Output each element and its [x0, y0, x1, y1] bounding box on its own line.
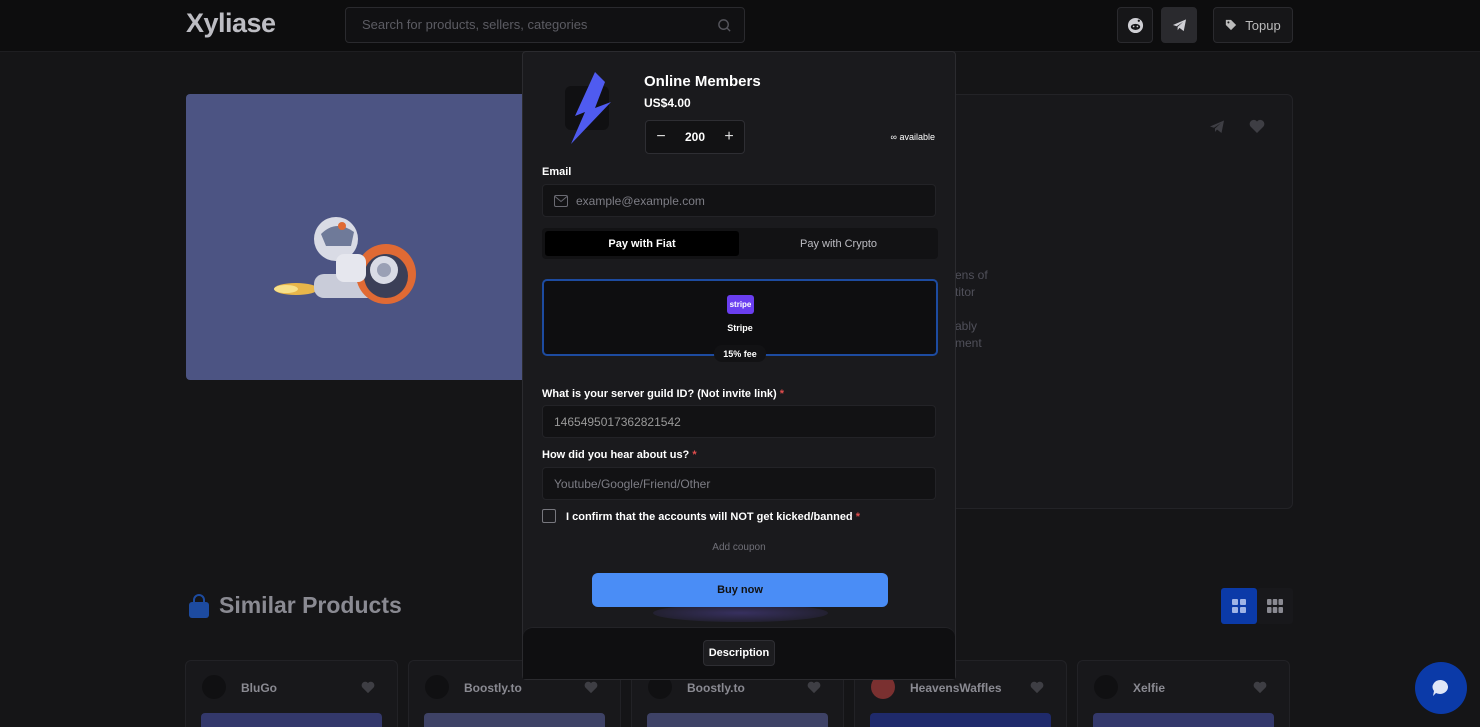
reddit-button[interactable]	[1117, 7, 1153, 43]
page: Xyliase Topup	[0, 0, 1480, 727]
seller-avatar	[202, 675, 226, 699]
referral-source-label: How did you hear about us? *	[542, 449, 697, 461]
chat-bubble-icon	[1432, 679, 1449, 696]
stripe-logo: stripe	[727, 295, 754, 314]
referral-source-field[interactable]	[542, 467, 936, 500]
topup-label: Topup	[1245, 17, 1281, 33]
tab-pay-with-crypto[interactable]: Pay with Crypto	[742, 231, 935, 256]
grid-3x3-icon	[1267, 599, 1283, 613]
topup-button[interactable]: Topup	[1213, 7, 1293, 43]
heart-icon[interactable]	[1030, 681, 1044, 694]
seller-name: Xelfie	[1133, 681, 1166, 695]
boost-logo-icon	[565, 72, 611, 144]
chat-support-button[interactable]	[1415, 662, 1467, 714]
heart-icon[interactable]	[361, 681, 375, 694]
payment-method-name: Stripe	[727, 323, 753, 333]
tab-pay-with-fiat[interactable]: Pay with Fiat	[545, 231, 739, 256]
mail-icon	[554, 195, 568, 207]
guild-id-label-text: What is your server guild ID? (Not invit…	[542, 388, 777, 400]
top-navbar: Xyliase Topup	[0, 0, 1480, 52]
share-telegram-icon[interactable]	[1209, 119, 1225, 135]
description-fragment: titor	[955, 285, 976, 299]
grid-2x2-icon	[1232, 599, 1246, 613]
confirm-checkbox[interactable]	[542, 509, 556, 523]
heart-icon[interactable]	[807, 681, 821, 694]
guild-id-field[interactable]	[542, 405, 936, 438]
quantity-increase-button[interactable]: +	[722, 129, 736, 145]
telegram-button[interactable]	[1161, 7, 1197, 43]
seller-name: BluGo	[241, 681, 277, 695]
product-thumbnail	[870, 713, 1051, 727]
similar-products-title: Similar Products	[219, 592, 402, 618]
search-bar[interactable]	[345, 7, 745, 43]
product-thumbnail	[647, 713, 828, 727]
description-button[interactable]: Description	[703, 640, 775, 666]
email-field[interactable]	[542, 184, 936, 217]
quantity-decrease-button[interactable]: −	[654, 129, 668, 145]
grid-view-small-button[interactable]	[1257, 588, 1293, 624]
shopping-bag-icon	[189, 594, 209, 618]
seller-avatar	[425, 675, 449, 699]
product-title: Online Members	[644, 73, 761, 90]
purchase-modal: Online Members US$4.00 − 200 + ∞ availab…	[522, 51, 956, 680]
tag-icon	[1226, 19, 1237, 31]
product-card[interactable]: Xelfie	[1077, 660, 1290, 727]
site-logo[interactable]: Xyliase	[186, 8, 276, 39]
description-fragment: ment	[955, 336, 982, 350]
guild-id-label: What is your server guild ID? (Not invit…	[542, 388, 784, 400]
confirm-label: I confirm that the accounts will NOT get…	[566, 511, 860, 523]
required-marker: *	[779, 388, 785, 400]
product-thumbnail	[1093, 713, 1274, 727]
product-thumbnail	[424, 713, 605, 727]
rocket-astronaut-illustration	[274, 217, 416, 304]
grid-view-large-button[interactable]	[1221, 588, 1257, 624]
referral-source-input[interactable]	[554, 477, 914, 491]
payment-type-tabs: Pay with Fiat Pay with Crypto	[542, 228, 938, 259]
buy-now-button[interactable]: Buy now	[592, 573, 888, 607]
guild-id-input[interactable]	[554, 415, 914, 429]
quantity-stepper[interactable]: − 200 +	[645, 120, 745, 154]
seller-name: HeavensWaffles	[910, 681, 1002, 695]
heart-icon[interactable]	[1253, 681, 1267, 694]
confirm-label-text: I confirm that the accounts will NOT get…	[566, 511, 853, 523]
email-label: Email	[542, 166, 572, 178]
required-marker: *	[692, 449, 697, 461]
product-card[interactable]: BluGo	[185, 660, 398, 727]
product-image	[186, 94, 526, 380]
product-price: US$4.00	[644, 96, 691, 110]
seller-name: Boostly.to	[687, 681, 745, 695]
product-info-card: ens of titor ably ment	[940, 94, 1293, 509]
stock-availability: ∞ available	[890, 132, 935, 142]
search-input[interactable]	[362, 17, 702, 32]
favorite-heart-icon[interactable]	[1249, 119, 1265, 134]
description-bar: Description	[523, 627, 955, 679]
add-coupon-link[interactable]: Add coupon	[523, 542, 955, 553]
search-icon[interactable]	[717, 18, 732, 33]
description-fragment: ens of	[955, 268, 988, 282]
product-thumbnail	[201, 713, 382, 727]
seller-name: Boostly.to	[464, 681, 522, 695]
required-marker: *	[855, 511, 860, 523]
seller-avatar	[1094, 675, 1118, 699]
description-fragment: ably	[955, 319, 978, 333]
referral-source-label-text: How did you hear about us?	[542, 449, 690, 461]
fee-badge: 15% fee	[714, 345, 766, 362]
telegram-icon	[1172, 18, 1186, 31]
reddit-icon	[1127, 17, 1143, 33]
quantity-value[interactable]: 200	[685, 130, 705, 144]
email-input[interactable]	[576, 194, 936, 208]
heart-icon[interactable]	[584, 681, 598, 694]
